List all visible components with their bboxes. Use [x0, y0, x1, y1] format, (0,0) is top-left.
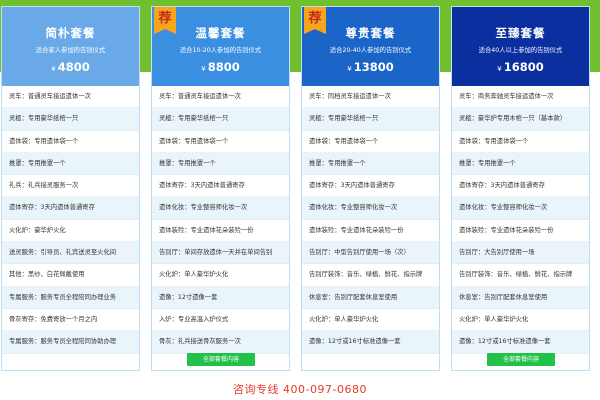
list-item: 灵车：普通灵车接运遗体一次	[2, 86, 139, 109]
view-all-content-button[interactable]: 全部套餐内容	[487, 353, 555, 366]
package-price: ¥8800	[152, 60, 289, 74]
list-item: 遗像：12寸或16寸标准遗像一套	[302, 331, 439, 354]
list-item: 灵柩：豪华护专用木棺一只（基本款）	[452, 108, 589, 131]
list-item: 遗体寄存：3天内遗体普通寄存	[152, 175, 289, 198]
list-item: 火化炉：豪华炉火化	[2, 219, 139, 243]
package-subtitle: 适合20-40人参加的告别仪式	[329, 47, 412, 54]
list-item: 遗体寄存：3天内遗体普通寄存	[302, 175, 439, 198]
list-item: 遗体装殓：专业遗体花朵装殓一份	[302, 219, 439, 243]
package-item-list: 灵车：同档灵车接运遗体一次 灵柩：专用豪华纸棺一只 遗体袋：专用遗体袋一个 推罩…	[302, 86, 439, 354]
view-all-content-button[interactable]: 全部套餐内容	[187, 353, 255, 366]
consult-hotline[interactable]: 咨询专线 400-097-0680	[0, 381, 600, 397]
list-item: 灵车：商务奔驰灵车接运遗体一次	[452, 86, 589, 109]
list-item: 灵车：普通灵车接运遗体一次	[152, 86, 289, 109]
list-item: 遗体化妆：专业整容师化妆一次	[152, 197, 289, 220]
package-card-warm: 荐 温馨套餐 适合10-20人参加的告别仪式 ¥8800 灵车：普通灵车接运遗体…	[151, 6, 290, 371]
currency-symbol: ¥	[497, 65, 502, 73]
price-value: 8800	[207, 60, 240, 74]
list-item: 专属服务：服务专员全程陪同办理业务	[2, 286, 139, 309]
list-item: 灵车：同档灵车接运遗体一次	[302, 86, 439, 109]
list-item: 遗体寄存：3天内遗体普通寄存	[2, 197, 139, 220]
package-item-list: 灵车：普通灵车接运遗体一次 灵柩：专用豪华纸棺一只 遗体袋：专用遗体袋一个 推罩…	[2, 86, 139, 354]
package-card-premium: 荐 尊贵套餐 适合20-40人参加的告别仪式 ¥13800 灵车：同档灵车接运遗…	[301, 6, 440, 371]
list-item: 告别厅装饰：音乐、绿植、鲜花、指示牌	[452, 264, 589, 287]
price-value: 16800	[503, 60, 544, 74]
list-item: 灵柩：专用豪华纸棺一只	[2, 108, 139, 131]
list-item: 骨灰寄存：免费寄放一个月之内	[2, 308, 139, 332]
list-item: 入炉：专业高温入炉仪式	[152, 308, 289, 332]
package-header: 至臻套餐 适合40人以上参加的告别仪式 ¥16800	[452, 7, 589, 86]
list-item: 专属服务：服务专员全程陪同协助办理	[2, 331, 139, 354]
list-item: 礼兵：礼兵接灵服务一次	[2, 175, 139, 198]
package-subtitle: 适合10-20人参加的告别仪式	[179, 47, 262, 54]
package-header: 荐 尊贵套餐 适合20-40人参加的告别仪式 ¥13800	[302, 7, 439, 86]
package-price: ¥16800	[452, 60, 589, 74]
list-item: 遗体装殓：专业遗体花朵装殓一份	[152, 219, 289, 243]
list-item: 遗像：12寸或16寸标准遗像一套	[452, 331, 589, 354]
list-item: 告别厅：中型告别厅使用一场（次）	[302, 242, 439, 265]
package-card-supreme: 至臻套餐 适合40人以上参加的告别仪式 ¥16800 灵车：商务奔驰灵车接运遗体…	[451, 6, 590, 371]
list-item: 其他：黑纱、白花佩戴使用	[2, 264, 139, 287]
package-title: 至臻套餐	[495, 26, 546, 40]
list-item: 遗体装殓：专业遗体花朵装殓一份	[452, 219, 589, 243]
list-item: 火化炉：单人豪华炉火化	[302, 308, 439, 332]
list-item: 火化炉：单人豪华炉火化	[152, 264, 289, 287]
list-item: 推罩：专用推罩一个	[2, 152, 139, 176]
package-title: 尊贵套餐	[345, 26, 396, 40]
package-title: 温馨套餐	[195, 26, 246, 40]
list-item: 推罩：专用推罩一个	[302, 152, 439, 176]
list-item: 休息室：告别厅配套休息室使用	[452, 286, 589, 309]
list-item: 遗体袋：专用遗体袋一个	[302, 130, 439, 153]
list-item: 骨灰：礼兵接送骨灰服务一次	[152, 331, 289, 354]
list-item: 告别厅：单间存放遗体一天并在单间告别	[152, 242, 289, 265]
list-item: 灵柩：专用豪华纸棺一只	[302, 108, 439, 131]
package-header: 简朴套餐 适合家人参加的告别仪式 ¥4800	[2, 7, 139, 86]
list-item: 遗像：12寸遗像一套	[152, 286, 289, 309]
currency-symbol: ¥	[201, 65, 206, 73]
list-item: 遗体寄存：3天内遗体普通寄存	[452, 175, 589, 198]
package-card-basic: 简朴套餐 适合家人参加的告别仪式 ¥4800 灵车：普通灵车接运遗体一次 灵柩：…	[1, 6, 140, 371]
package-header: 荐 温馨套餐 适合10-20人参加的告别仪式 ¥8800	[152, 7, 289, 86]
list-item: 火化炉：单人豪华炉火化	[452, 308, 589, 332]
list-item: 告别厅：大告别厅使用一场	[452, 242, 589, 265]
package-cards: 简朴套餐 适合家人参加的告别仪式 ¥4800 灵车：普通灵车接运遗体一次 灵柩：…	[0, 0, 600, 372]
currency-symbol: ¥	[347, 65, 352, 73]
package-price: ¥13800	[302, 60, 439, 74]
currency-symbol: ¥	[51, 65, 56, 73]
list-item: 告别厅装饰：音乐、绿植、鲜花、指示牌	[302, 264, 439, 287]
list-item: 推罩：专用推罩一个	[152, 152, 289, 176]
package-subtitle: 适合40人以上参加的告别仪式	[478, 47, 563, 54]
package-item-list: 灵车：普通灵车接运遗体一次 灵柩：专用豪华纸棺一只 遗体袋：专用遗体袋一个 推罩…	[152, 86, 289, 354]
list-item: 推罩：专用推罩一个	[452, 152, 589, 176]
list-item: 灵柩：专用豪华纸棺一只	[152, 108, 289, 131]
package-title: 简朴套餐	[45, 26, 96, 40]
list-item: 遗体袋：专用遗体袋一个	[2, 130, 139, 153]
price-value: 4800	[57, 60, 90, 74]
list-item: 休息室：告别厅配套休息室使用	[302, 286, 439, 309]
list-item: 遗体化妆：专业整容师化妆一次	[302, 197, 439, 220]
list-item: 遗体化妆：专业整容师化妆一次	[452, 197, 589, 220]
package-item-list: 灵车：商务奔驰灵车接运遗体一次 灵柩：豪华护专用木棺一只（基本款） 遗体袋：专用…	[452, 86, 589, 354]
package-price: ¥4800	[2, 60, 139, 74]
list-item: 遗体袋：专用遗体袋一个	[452, 130, 589, 153]
list-item: 遗体袋：专用遗体袋一个	[152, 130, 289, 153]
price-value: 13800	[353, 60, 394, 74]
list-item: 送灵服务：引导员、礼宾送灵至火化间	[2, 242, 139, 265]
package-subtitle: 适合家人参加的告别仪式	[35, 47, 106, 54]
